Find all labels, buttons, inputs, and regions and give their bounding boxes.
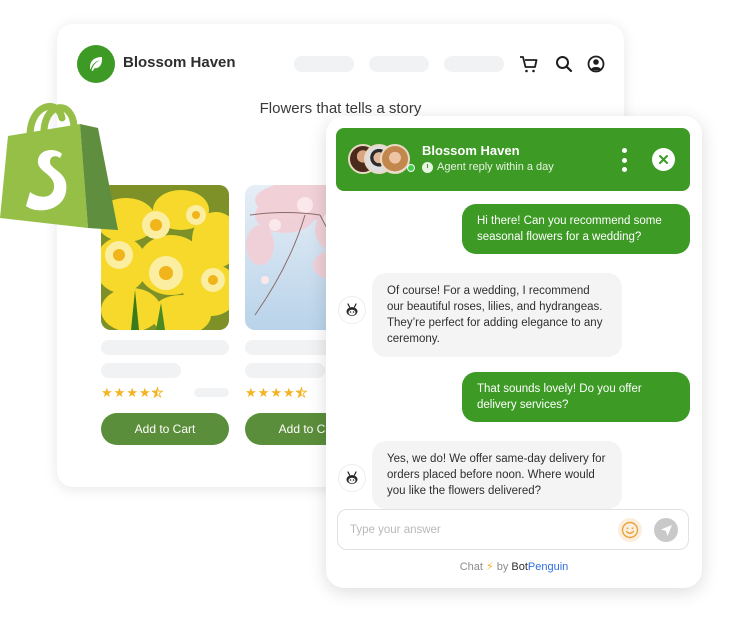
review-count-placeholder — [194, 388, 229, 397]
nav-placeholder[interactable] — [369, 56, 429, 72]
bot-avatar — [338, 296, 366, 324]
botpenguin-link[interactable]: BotPenguin — [511, 561, 568, 573]
close-icon — [659, 155, 668, 164]
store-tagline: Flowers that tells a story — [259, 100, 422, 117]
star-icon: ★ — [270, 385, 282, 400]
half-star-icon: ★ — [295, 385, 308, 400]
chat-message-input[interactable] — [350, 520, 600, 540]
nav-placeholder[interactable] — [444, 56, 504, 72]
product-card: ★ ★ ★ ★ ★ Add to Cart — [101, 185, 229, 445]
product-price-placeholder — [245, 363, 325, 378]
agent-avatars — [348, 144, 428, 176]
chat-input-box — [337, 509, 689, 550]
chat-widget: Blossom Haven Agent reply within a day H… — [326, 116, 702, 588]
nav-placeholder[interactable] — [294, 56, 354, 72]
penguin-bot-icon — [346, 471, 358, 484]
bot-avatar — [338, 464, 366, 492]
product-rating-row: ★ ★ ★ ★ ★ — [101, 386, 229, 399]
search-icon[interactable] — [554, 54, 574, 74]
brand-part-bot: Bot — [511, 561, 528, 573]
chat-header: Blossom Haven Agent reply within a day — [336, 128, 690, 191]
cart-icon[interactable] — [519, 54, 539, 74]
leaf-icon — [90, 57, 103, 71]
penguin-bot-icon — [346, 303, 358, 316]
bot-message: Yes, we do! We offer same-day delivery f… — [372, 441, 622, 509]
reply-time-text: Agent reply within a day — [437, 161, 554, 173]
close-chat-button[interactable] — [652, 148, 675, 171]
star-icon: ★ — [113, 385, 126, 400]
star-icon: ★ — [138, 385, 151, 400]
clock-icon — [422, 161, 433, 173]
powered-by-chat: Chat — [459, 561, 483, 573]
brand-part-penguin: Penguin — [527, 561, 569, 573]
daffodil-photo — [101, 185, 229, 330]
shopify-logo-icon — [0, 103, 118, 230]
chat-title: Blossom Haven — [422, 143, 520, 158]
agent-avatar — [380, 144, 410, 174]
chat-subtitle: Agent reply within a day — [422, 161, 554, 173]
star-icon: ★ — [245, 385, 257, 400]
star-rating: ★ ★ ★ ★ ★ — [101, 385, 164, 400]
more-options-icon[interactable] — [620, 148, 628, 172]
user-message: Hi there! Can you recommend some seasona… — [462, 204, 690, 254]
product-image-daffodils[interactable] — [101, 185, 229, 330]
add-to-cart-button[interactable]: Add to Cart — [101, 413, 229, 445]
powered-by-footer: Chat ⚡ by BotPenguin — [326, 560, 702, 573]
user-message: That sounds lovely! Do you offer deliver… — [462, 372, 690, 422]
product-price-placeholder — [101, 363, 181, 378]
powered-by-by: by — [496, 561, 509, 573]
smiley-icon — [621, 521, 639, 539]
product-title-placeholder — [101, 340, 229, 355]
send-icon — [660, 524, 672, 536]
lightning-icon: ⚡ — [485, 561, 494, 573]
star-rating: ★ ★ ★ ★ ★ — [245, 385, 308, 400]
star-icon: ★ — [282, 385, 295, 400]
bot-message: Of course! For a wedding, I recommend ou… — [372, 273, 622, 357]
send-button[interactable] — [654, 518, 678, 542]
account-icon[interactable] — [586, 54, 606, 74]
half-star-icon: ★ — [151, 385, 164, 400]
star-icon: ★ — [101, 385, 113, 400]
emoji-button[interactable] — [618, 518, 642, 542]
star-icon: ★ — [126, 385, 138, 400]
online-status-indicator — [407, 164, 415, 172]
store-logo[interactable] — [77, 45, 115, 83]
star-icon: ★ — [257, 385, 270, 400]
store-brand-name[interactable]: Blossom Haven — [123, 54, 236, 71]
